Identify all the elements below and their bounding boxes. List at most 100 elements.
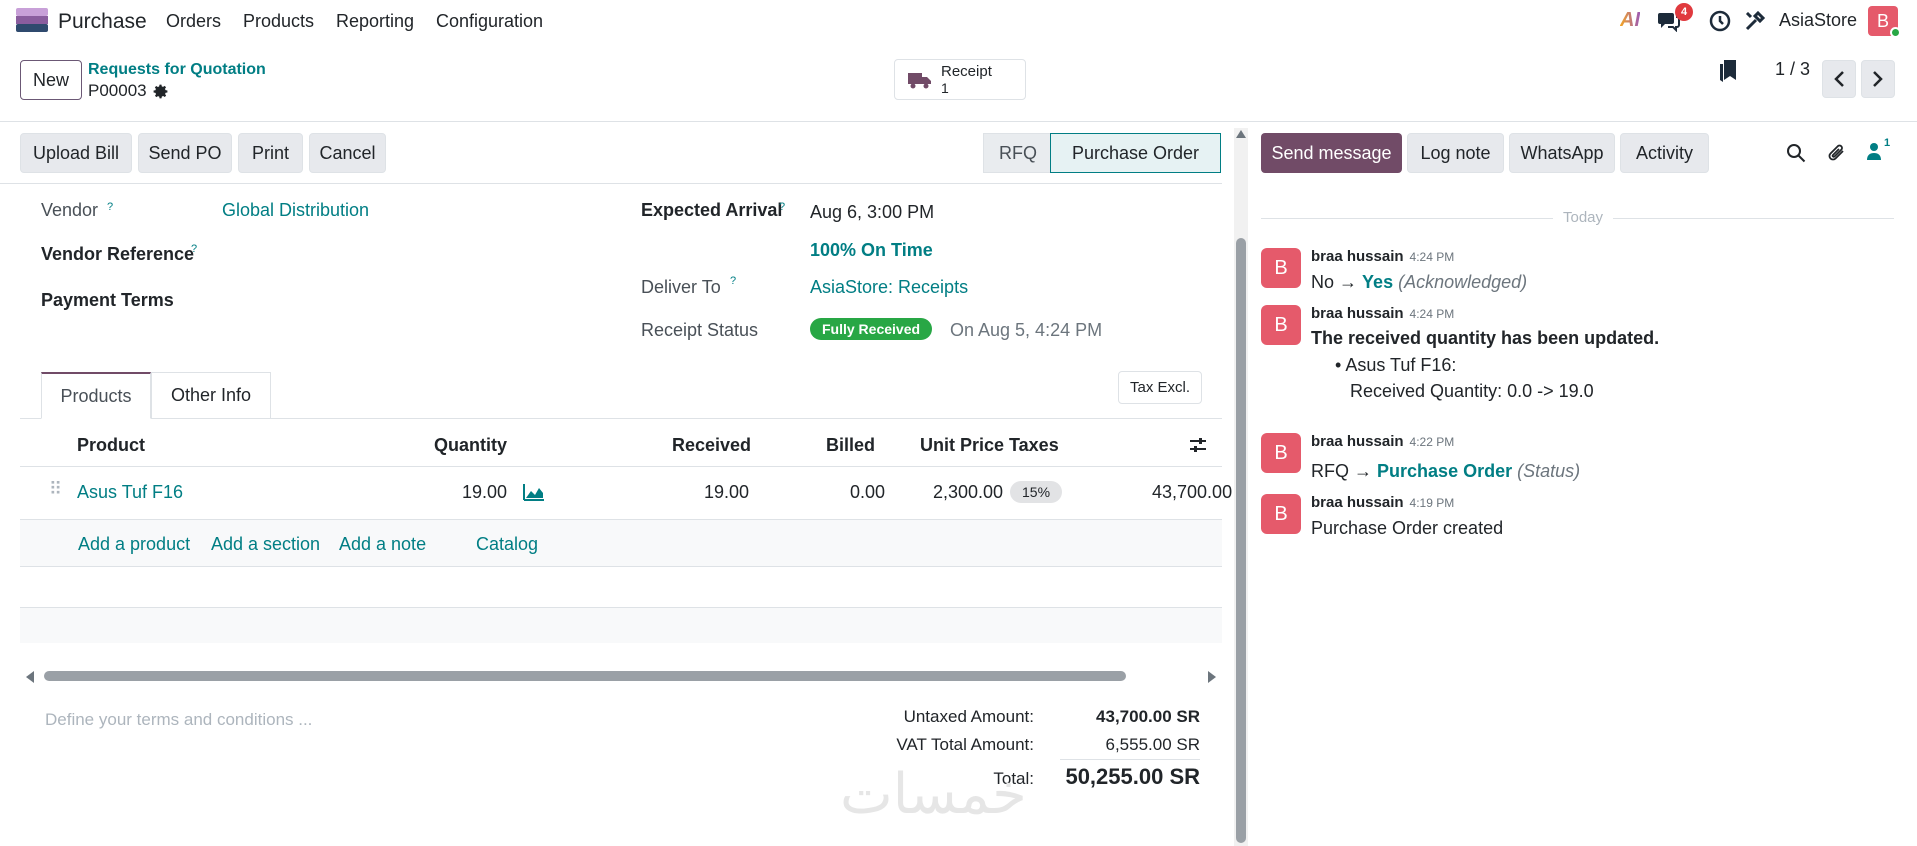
chatter-panel: Send message Log note WhatsApp Activity … [1238,122,1917,846]
menu-products[interactable]: Products [243,11,314,32]
today-label: Today [1562,209,1604,226]
tab-products[interactable]: Products [41,372,151,419]
form-view: Upload Bill Send PO Print Cancel RFQ Pur… [0,122,1248,846]
line-subtotal: 43,700.00 [1152,482,1233,502]
message-author[interactable]: braa hussain 4:24 PM [1311,248,1454,265]
untaxed-value: 43,700.00 SR [1096,707,1200,726]
log-note-button[interactable]: Log note [1407,133,1504,173]
expected-arrival-label: Expected Arrival [641,200,783,220]
line-billed: 0.00 [850,482,886,502]
col-taxes[interactable]: Taxes [1009,435,1059,456]
col-received[interactable]: Received [672,435,751,456]
pager-next-button[interactable] [1861,60,1895,98]
col-product[interactable]: Product [77,435,145,456]
smart-button-count: 1 [941,80,949,96]
add-product-link[interactable]: Add a product [78,534,190,555]
paperclip-icon[interactable] [1826,142,1848,169]
line-quantity[interactable]: 19.00 [462,482,507,503]
optional-columns-icon[interactable] [1188,435,1208,460]
line-tax-tag[interactable]: 15% [1010,481,1063,503]
expected-arrival-help-icon[interactable]: ? [779,201,785,213]
add-section-link[interactable]: Add a section [211,534,320,555]
line-unit-price[interactable]: 2,300.00 [933,482,1003,503]
deliver-to-field[interactable]: AsiaStore: Receipts [810,277,968,298]
vendor-label: Vendor [41,200,99,220]
send-po-button[interactable]: Send PO [138,133,232,173]
tracking-change: RFQ → Purchase Order (Status) [1311,461,1581,481]
send-message-button[interactable]: Send message [1261,133,1402,173]
vendor-help-icon[interactable]: ? [107,201,113,213]
add-note-link[interactable]: Add a note [339,534,426,555]
horizontal-scrollbar[interactable] [20,668,1222,684]
line-product[interactable]: Asus Tuf F16 [77,482,183,503]
receipt-smart-button[interactable]: Receipt 1 [894,59,1026,100]
tools-icon[interactable] [1744,10,1766,37]
terms-input[interactable]: Define your terms and conditions ... [45,710,312,730]
pager-value[interactable]: 1 / 3 [1775,59,1810,80]
col-unit-price[interactable]: Unit Price [920,435,1004,456]
ai-icon[interactable]: AI [1620,9,1640,32]
author-avatar[interactable]: B [1261,494,1301,534]
tab-other-info[interactable]: Other Info [151,372,271,418]
menu-orders[interactable]: Orders [166,11,221,32]
control-panel: New Requests for Quotation P00003 Receip… [0,42,1917,122]
bookmark-icon[interactable] [1717,58,1739,89]
menu-reporting[interactable]: Reporting [336,11,414,32]
print-button[interactable]: Print [238,133,303,173]
untaxed-label: Untaxed Amount: [903,707,1034,726]
activity-button[interactable]: Activity [1620,133,1709,173]
drag-handle-icon[interactable]: ⠿ [49,479,62,500]
purchase-app-icon[interactable] [16,8,48,32]
gear-icon[interactable] [152,83,169,105]
menu-configuration[interactable]: Configuration [436,11,543,32]
pager-previous-button[interactable] [1822,60,1856,98]
author-avatar[interactable]: B [1261,305,1301,345]
message-author[interactable]: braa hussain 4:24 PM [1311,305,1454,322]
vendor-reference-input[interactable] [222,240,602,268]
messages-count-badge: 4 [1675,3,1693,21]
chevron-right-icon [1873,71,1883,87]
receipt-status-date: On Aug 5, 4:24 PM [950,320,1103,340]
followers-count: 1 [1884,137,1891,149]
line-received[interactable]: 19.00 [704,482,749,503]
top-navbar: Purchase Orders Products Reporting Confi… [0,0,1917,42]
vat-value: 6,555.00 SR [1105,735,1200,754]
totals-divider [1060,759,1200,760]
deliver-to-help-icon[interactable]: ? [730,275,736,287]
message-bullet: • Asus Tuf F16: [1335,355,1457,375]
table-row[interactable]: ⠿ Asus Tuf F16 19.00 19.00 0.00 2,300.00… [20,467,1232,643]
col-billed[interactable]: Billed [826,435,875,456]
scroll-right-icon [1208,671,1216,683]
online-status-dot [1890,27,1901,38]
company-switcher[interactable]: AsiaStore [1779,10,1857,31]
message-author[interactable]: braa hussain 4:22 PM [1311,433,1454,450]
receipt-status-label: Receipt Status [641,320,759,340]
app-name[interactable]: Purchase [58,10,147,34]
vendor-field[interactable]: Global Distribution [222,200,369,221]
activity-clock-icon[interactable] [1709,10,1731,37]
whatsapp-button[interactable]: WhatsApp [1509,133,1615,173]
cancel-button[interactable]: Cancel [309,133,386,173]
stage-rfq[interactable]: RFQ [983,133,1053,173]
message-title: The received quantity has been updated. [1311,328,1660,348]
search-icon[interactable] [1786,143,1806,168]
payment-terms-input[interactable] [222,286,602,314]
tax-excl-button[interactable]: Tax Excl. [1118,371,1202,404]
author-avatar[interactable]: B [1261,248,1301,288]
catalog-link[interactable]: Catalog [476,534,538,555]
new-button[interactable]: New [20,60,82,100]
stage-purchase-order[interactable]: Purchase Order [1050,133,1221,173]
message-time: 4:19 PM [1409,496,1455,510]
followers-icon[interactable] [1866,142,1882,165]
expected-arrival-field[interactable]: Aug 6, 3:00 PM [810,202,934,223]
receipt-status-badge: Fully Received [810,318,933,340]
message-time: 4:24 PM [1409,307,1455,321]
author-avatar[interactable]: B [1261,433,1301,473]
col-quantity[interactable]: Quantity [434,435,507,456]
upload-bill-button[interactable]: Upload Bill [20,133,132,173]
message-author[interactable]: braa hussain 4:19 PM [1311,494,1454,511]
breadcrumb-parent[interactable]: Requests for Quotation [88,61,266,79]
vendor-reference-help-icon[interactable]: ? [191,243,197,255]
forecast-chart-icon[interactable] [523,483,545,506]
scrollbar-thumb[interactable] [44,671,1126,681]
